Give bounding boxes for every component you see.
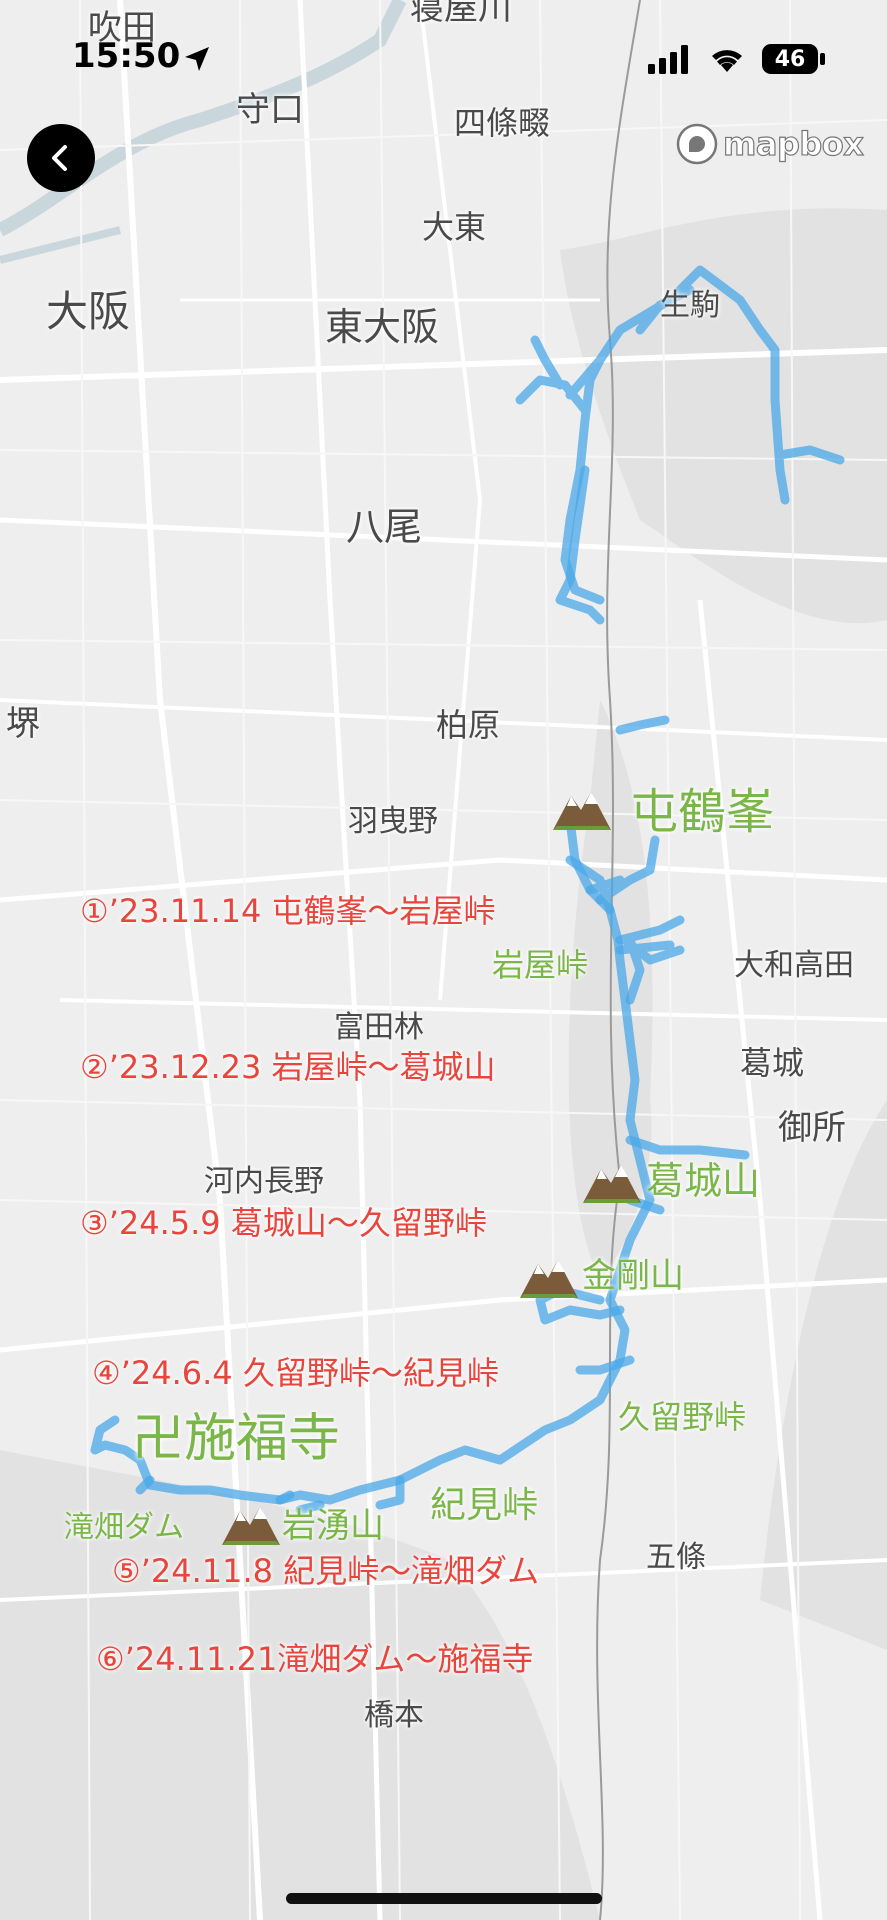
annotation-1: ①’23.11.14 屯鶴峯～岩屋峠 [80, 892, 496, 930]
mountain-icon [520, 1260, 578, 1298]
city-label: 葛城 [740, 1044, 805, 1082]
location-arrow-icon [185, 47, 209, 71]
battery-level: 46 [774, 46, 806, 72]
map-view[interactable]: 吹田 寝屋川 守口 四條畷 大東 大阪 東大阪 生駒 八尾 堺 柏原 羽曳野 大… [0, 0, 887, 1920]
place-label-mt-katsuragi: 葛城山 [646, 1159, 761, 1203]
annotation-4: ④’24.6.4 久留野峠～紀見峠 [92, 1354, 499, 1392]
river-branch [0, 226, 121, 264]
place-label-kimi-pass: 紀見峠 [430, 1485, 539, 1526]
city-label: 大東 [422, 208, 487, 246]
annotation-6: ⑥’24.11.21滝畑ダム～施福寺 [96, 1640, 534, 1678]
city-label: 守口 [236, 90, 304, 130]
place-label-donzurubo: 屯鶴峯 [630, 784, 775, 840]
city-label: 五條 [646, 1540, 706, 1575]
annotation-5: ⑤’24.11.8 紀見峠～滝畑ダム [112, 1552, 540, 1590]
city-label: 柏原 [436, 706, 501, 744]
city-label: 大阪 [46, 287, 131, 336]
mapbox-logo-text: mapbox [722, 124, 864, 163]
city-label: 富田林 [334, 1010, 424, 1045]
annotation-2: ②’23.12.23 岩屋峠～葛城山 [80, 1048, 496, 1086]
back-button[interactable] [27, 124, 95, 192]
place-label-sefukuji: 卍施福寺 [132, 1409, 341, 1469]
city-label: 生駒 [660, 288, 720, 323]
battery-tip [820, 53, 825, 65]
chevron-left-icon [52, 145, 67, 171]
cellular-signal-icon [648, 45, 688, 74]
place-label-kurumino-pass: 久留野峠 [618, 1398, 747, 1436]
mapbox-logo-icon [676, 123, 718, 165]
annotation-3: ③’24.5.9 葛城山～久留野峠 [80, 1204, 487, 1242]
battery-icon: 46 [762, 44, 818, 74]
city-label: 寝屋川 [410, 0, 512, 28]
city-label: 東大阪 [325, 305, 440, 349]
status-time: 15:50 [72, 36, 181, 76]
place-label-mt-iwawaki: 岩湧山 [282, 1506, 384, 1546]
home-indicator[interactable] [286, 1893, 602, 1904]
mapbox-logo[interactable]: mapbox [675, 122, 864, 166]
place-label-mt-kongo: 金剛山 [582, 1256, 684, 1296]
river [0, 0, 407, 237]
city-label: 河内長野 [204, 1164, 324, 1199]
city-label: 四條畷 [454, 104, 551, 142]
city-label: 御所 [778, 1108, 846, 1148]
place-label-takihata-dam: 滝畑ダム [64, 1510, 184, 1545]
city-label: 大和高田 [734, 948, 854, 983]
wifi-icon [712, 50, 742, 72]
city-label: 羽曳野 [348, 804, 438, 839]
place-label-iwaya-pass: 岩屋峠 [492, 946, 589, 984]
city-label: 橋本 [364, 1698, 424, 1733]
city-label: 堺 [6, 704, 40, 744]
city-label: 八尾 [346, 505, 423, 549]
